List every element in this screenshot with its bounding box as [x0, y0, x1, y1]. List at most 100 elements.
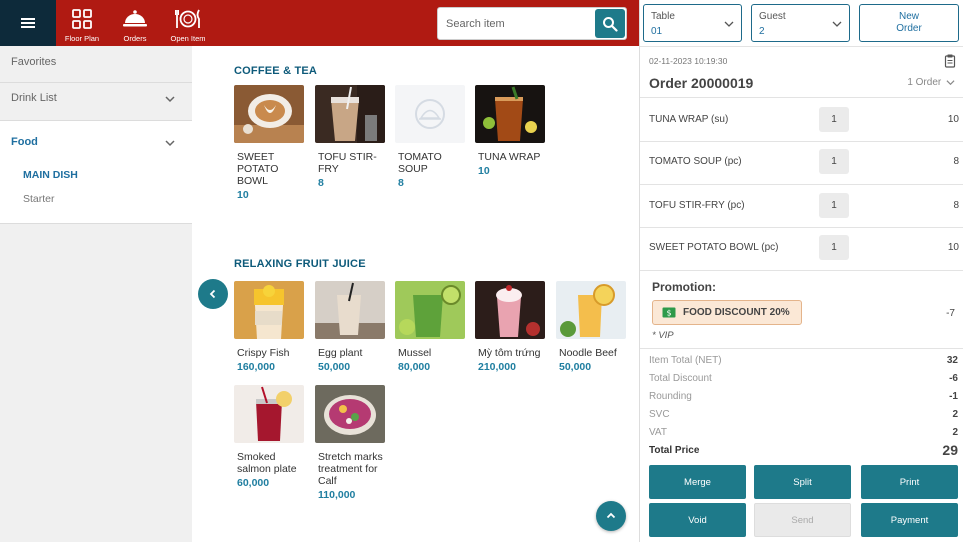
menu-item-name: SWEET POTATO BOWL: [237, 151, 279, 187]
promotion-tag: * VIP: [652, 330, 674, 341]
menu-item-card[interactable]: TUNA WRAP 10: [475, 85, 547, 177]
menu-item-name: TUNA WRAP: [478, 151, 541, 163]
orange-juice-photo: [556, 281, 626, 339]
menu-item-card[interactable]: Stretch marks treatment for Calf 110,000: [315, 385, 387, 501]
svg-text:$: $: [666, 309, 671, 318]
merge-button[interactable]: Merge: [649, 465, 746, 499]
total-label: Item Total (NET): [649, 355, 722, 366]
total-row: Item Total (NET) 32: [640, 355, 963, 371]
hamburger-menu-button[interactable]: [0, 0, 56, 46]
menu-item-price: 8: [398, 177, 404, 189]
menu-item-card[interactable]: TOMATO SOUP 8: [395, 85, 467, 189]
total-price-value: 29: [942, 442, 958, 458]
send-button[interactable]: Send: [754, 503, 851, 537]
sidebar-item-food[interactable]: Food: [0, 136, 192, 156]
menu-item-price: 10: [478, 165, 490, 177]
new-order-label-line2: Order: [896, 23, 922, 34]
line-item-name: TUNA WRAP (su): [649, 114, 729, 125]
previous-button[interactable]: [198, 279, 228, 309]
sidebar-divider: [0, 82, 192, 83]
menu-item-card[interactable]: TOFU STIR-FRY 8: [315, 85, 387, 189]
line-item-qty[interactable]: 1: [819, 149, 849, 174]
split-button[interactable]: Split: [754, 465, 851, 499]
new-order-label-line1: New: [898, 11, 919, 22]
total-label: Total Discount: [649, 373, 712, 384]
guest-select[interactable]: Guest 2: [751, 4, 850, 42]
iced-tea-photo: [475, 85, 545, 143]
orders-cloche-icon: [122, 6, 148, 32]
chevron-down-icon: [946, 80, 955, 85]
order-panel: Table 01 Guest 2 New Order 02-11-2023 10…: [639, 0, 963, 542]
top-bar: Floor Plan Orders Open Item Search item: [0, 0, 639, 46]
section-title: RELAXING FRUIT JUICE: [234, 258, 366, 270]
menu-item-price: 210,000: [478, 361, 516, 373]
total-price-row: Total Price 29: [640, 442, 963, 461]
order-line-item[interactable]: TOMATO SOUP (pc) 1 8: [640, 141, 963, 184]
menu-item-name: TOMATO SOUP: [398, 151, 442, 175]
search-input[interactable]: [438, 8, 596, 39]
menu-item-name: Egg plant: [318, 347, 363, 359]
line-item-price: 10: [947, 242, 959, 253]
open-item-plate-icon: [175, 6, 201, 32]
total-value: 2: [952, 409, 958, 420]
iced-coffee-photo: [315, 85, 385, 143]
floor-plan-button[interactable]: Floor Plan: [62, 0, 102, 46]
sidebar-item-favorites[interactable]: Favorites: [0, 56, 192, 76]
clipboard-icon[interactable]: [944, 54, 956, 68]
total-row: SVC 2: [640, 409, 963, 425]
menu-item-card[interactable]: Mỳ tôm trứng 210,000: [475, 281, 547, 373]
menu-item-price: 50,000: [318, 361, 351, 373]
open-item-label: Open Item: [170, 34, 206, 43]
order-line-item[interactable]: SWEET POTATO BOWL (pc) 1 10: [640, 227, 963, 270]
line-item-qty[interactable]: 1: [819, 107, 849, 132]
menu-item-name: Smoked salmon plate: [237, 451, 297, 475]
menu-item-card[interactable]: Mussel 80,000: [395, 281, 467, 373]
line-item-name: TOFU STIR-FRY (pc): [649, 200, 745, 211]
floor-plan-icon: [69, 6, 95, 32]
menu-item-name: Stretch marks treatment for Calf: [318, 451, 383, 487]
order-datetime: 02-11-2023 10:19:30: [649, 56, 728, 66]
menu-item-name: Mussel: [398, 347, 432, 359]
line-item-name: TOMATO SOUP (pc): [649, 156, 742, 167]
menu-item-card[interactable]: Crispy Fish 160,000: [234, 281, 306, 373]
void-button[interactable]: Void: [649, 503, 746, 537]
scroll-top-button[interactable]: [596, 501, 626, 531]
print-button[interactable]: Print: [861, 465, 958, 499]
menu-item-price: 110,000: [318, 489, 356, 501]
orders-button[interactable]: Orders: [116, 0, 154, 46]
line-item-qty[interactable]: 1: [819, 193, 849, 218]
mango-chia-photo: [234, 281, 304, 339]
menu-item-card[interactable]: SWEET POTATO BOWL 10: [234, 85, 306, 201]
menu-item-card[interactable]: Smoked salmon plate 60,000: [234, 385, 306, 489]
line-item-qty[interactable]: 1: [819, 235, 849, 260]
line-item-price: 10: [947, 114, 959, 125]
total-value: 32: [946, 355, 958, 366]
sidebar-subitem-main-dish[interactable]: MAIN DISH: [23, 169, 78, 181]
order-line-item[interactable]: TOFU STIR-FRY (pc) 1 8: [640, 185, 963, 228]
menu-item-price: 8: [318, 177, 324, 189]
strawberry-shake-photo: [475, 281, 545, 339]
menu-item-card[interactable]: Egg plant 50,000: [315, 281, 387, 373]
menu-item-card[interactable]: Noodle Beef 50,000: [556, 281, 628, 373]
placeholder-dish-icon: [395, 85, 465, 143]
menu-item-name: Noodle Beef: [559, 347, 617, 359]
payment-button[interactable]: Payment: [861, 503, 958, 537]
total-value: -1: [949, 391, 958, 402]
orders-label: Orders: [123, 34, 147, 43]
search-button[interactable]: [595, 9, 625, 38]
sidebar-item-drink-list[interactable]: Drink List: [0, 92, 192, 112]
order-line-item[interactable]: TUNA WRAP (su) 1 10: [640, 99, 963, 142]
sidebar-divider: [0, 223, 192, 224]
sidebar-subitem-starter[interactable]: Starter: [23, 193, 55, 205]
acai-bowl-photo: [315, 385, 385, 443]
table-select[interactable]: Table 01: [643, 4, 742, 42]
promotion-badge-label: FOOD DISCOUNT 20%: [683, 307, 790, 318]
promotion-badge[interactable]: $ FOOD DISCOUNT 20%: [652, 300, 802, 325]
promotion-title: Promotion:: [652, 280, 716, 294]
open-item-button[interactable]: Open Item: [168, 0, 208, 46]
berry-drink-photo: [234, 385, 304, 443]
menu-item-price: 50,000: [559, 361, 592, 373]
order-count-dropdown[interactable]: 1 Order: [907, 77, 955, 88]
new-order-button[interactable]: New Order: [859, 4, 959, 42]
menu-item-price: 80,000: [398, 361, 431, 373]
